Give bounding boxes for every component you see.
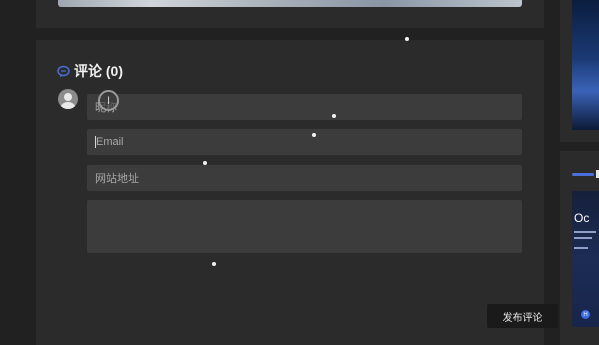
website-field[interactable]: 网站地址 — [87, 165, 522, 191]
comments-title: 评论 (0) — [74, 63, 123, 79]
article-card — [36, 0, 544, 28]
sidebar-post-text-line — [574, 247, 588, 249]
sidebar-post-image[interactable]: Oc H — [572, 191, 599, 327]
comment-bubble-icon — [57, 65, 70, 78]
sidebar-post-badge-icon: H — [581, 310, 590, 319]
email-field[interactable]: Email — [87, 129, 522, 155]
sidebar-section-accent — [572, 173, 594, 176]
sidebar: Oc H — [560, 0, 599, 345]
text-cursor-icon: I — [98, 90, 119, 111]
nickname-field[interactable]: 昵称 — [87, 94, 522, 120]
article-cover-image[interactable] — [58, 0, 522, 7]
decorative-dot — [332, 114, 336, 118]
comments-section: 评论 (0) 昵称 Email 网站地址 发布评论 — [36, 40, 558, 345]
sidebar-card — [560, 0, 599, 142]
comment-textarea[interactable] — [87, 200, 522, 253]
decorative-dot — [312, 133, 316, 137]
submit-comment-button[interactable]: 发布评论 — [487, 304, 558, 328]
avatar — [58, 89, 78, 109]
decorative-dot — [212, 262, 216, 266]
decorative-dot — [405, 37, 409, 41]
sidebar-post-title: Oc — [574, 211, 590, 225]
sidebar-post-text-line — [574, 237, 592, 239]
sidebar-card: Oc H — [560, 151, 599, 345]
sidebar-image[interactable] — [572, 0, 599, 130]
email-placeholder: Email — [96, 136, 124, 148]
sidebar-post-text-line — [574, 231, 596, 233]
decorative-dot — [203, 161, 207, 165]
comments-heading: 评论 (0) — [57, 62, 123, 80]
submit-comment-label: 发布评论 — [502, 312, 543, 324]
page: 评论 (0) 昵称 Email 网站地址 发布评论 I — [0, 0, 599, 345]
website-placeholder: 网站地址 — [95, 173, 139, 185]
